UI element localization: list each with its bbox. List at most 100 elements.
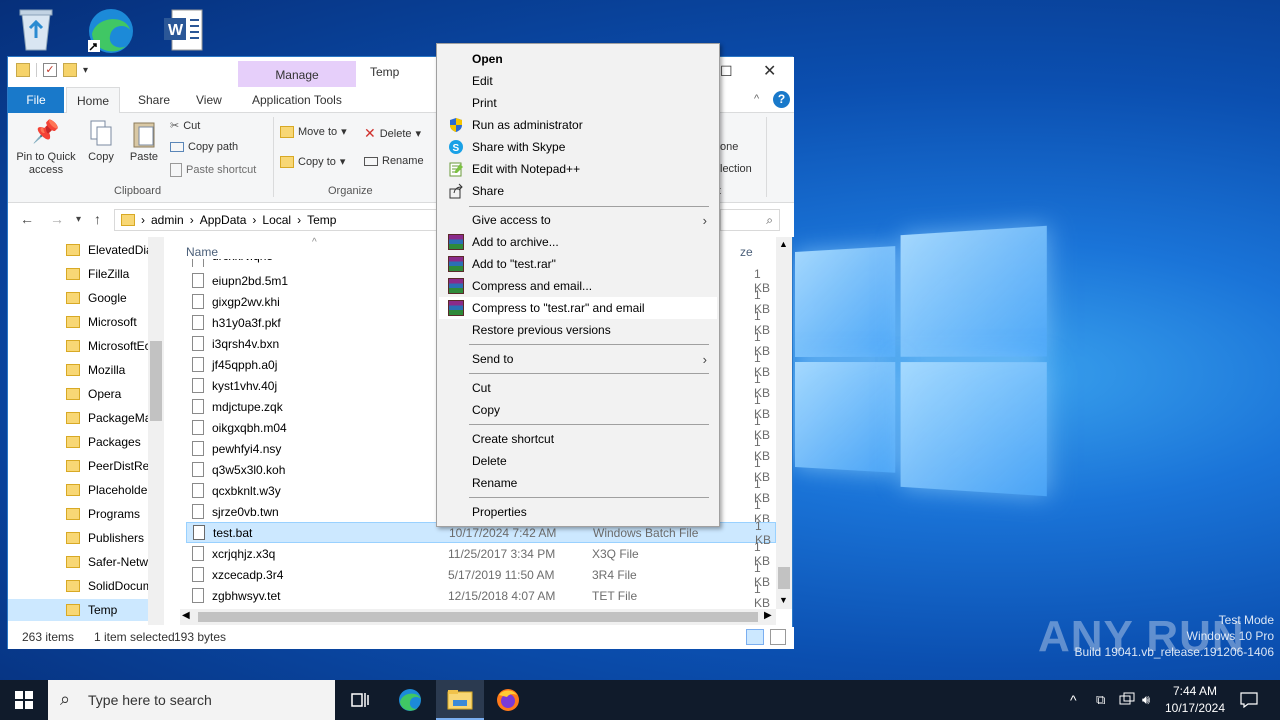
close-icon[interactable]: ✕	[763, 61, 776, 81]
invert-selection-partial[interactable]: lection	[720, 163, 752, 175]
details-view-icon[interactable]	[746, 629, 764, 645]
nav-item-publishers[interactable]: Publishers	[66, 527, 156, 549]
show-hidden-icons-button[interactable]: ^	[1070, 680, 1077, 720]
taskbar-search-input[interactable]: ⌕ Type here to search	[48, 680, 335, 720]
table-row[interactable]: xcrjqhjz.x3q 11/25/2017 3:34 PM X3Q File 1 …	[186, 540, 776, 568]
menu-item-give-access[interactable]: Give access to ›	[439, 209, 717, 231]
menu-item-run-as-admin[interactable]: Run as administrator	[439, 114, 717, 136]
tab-application-tools[interactable]: Application Tools	[242, 87, 352, 113]
tab-home[interactable]: Home	[66, 87, 121, 113]
select-none-partial[interactable]: one	[720, 141, 738, 153]
nav-item-temp[interactable]: Temp	[8, 599, 148, 621]
edge-desktop-icon[interactable]	[86, 6, 134, 54]
file-scroll-thumb[interactable]	[778, 567, 790, 589]
collapse-ribbon-icon[interactable]: ^	[754, 93, 759, 105]
paste-shortcut-button[interactable]: Paste shortcut	[170, 163, 256, 177]
nav-item-programs[interactable]: Programs	[66, 503, 156, 525]
nav-scroll-thumb[interactable]	[150, 341, 162, 421]
word-document-icon[interactable]: W	[162, 6, 210, 54]
menu-item-cut[interactable]: Cut	[439, 377, 717, 399]
properties-qat-icon[interactable]: ✓	[43, 63, 57, 77]
menu-item-add-to-archive[interactable]: Add to archive...	[439, 231, 717, 253]
scroll-right-icon[interactable]: ▶	[764, 610, 772, 621]
edge-taskbar-button[interactable]	[386, 680, 434, 720]
nav-item-soliddocuments[interactable]: SolidDocum	[66, 575, 156, 597]
nav-item-peerdistrepub[interactable]: PeerDistRep	[66, 455, 156, 477]
menu-item-delete[interactable]: Delete	[439, 450, 717, 472]
volume-icon[interactable]: 🔊︎	[1142, 680, 1150, 720]
menu-item-rename[interactable]: Rename	[439, 472, 717, 494]
recycle-bin-icon[interactable]	[14, 6, 62, 54]
scroll-left-icon[interactable]: ◀	[182, 610, 190, 621]
file-explorer-taskbar-button[interactable]	[436, 680, 484, 720]
menu-item-compress-test-email[interactable]: Compress to "test.rar" and email	[439, 297, 717, 319]
scroll-down-icon[interactable]: ▼	[779, 595, 788, 605]
menu-item-edit-notepadpp[interactable]: Edit with Notepad++	[439, 158, 717, 180]
menu-item-add-to-test-rar[interactable]: Add to "test.rar"	[439, 253, 717, 275]
pin-quick-access-button[interactable]: 📌 Pin to Quick access	[14, 119, 78, 177]
tab-view[interactable]: View	[186, 87, 232, 113]
new-folder-qat-icon[interactable]	[63, 63, 77, 77]
paste-button[interactable]: Paste	[128, 119, 160, 163]
nav-item-microsoftedge[interactable]: MicrosoftEc	[66, 335, 156, 357]
nav-scrollbar[interactable]	[148, 237, 164, 625]
nav-item-safer-networking[interactable]: Safer-Netwo	[66, 551, 156, 573]
network-icon[interactable]	[1118, 680, 1136, 720]
recent-chevron-icon[interactable]: ▾	[76, 214, 81, 225]
copy-path-button[interactable]: Copy path	[170, 141, 238, 153]
maximize-icon[interactable]: ☐	[720, 63, 733, 80]
menu-item-share-skype[interactable]: S Share with Skype	[439, 136, 717, 158]
tab-file[interactable]: File	[8, 87, 64, 113]
large-icons-view-icon[interactable]	[770, 629, 786, 645]
manage-tab[interactable]: Manage	[238, 61, 356, 89]
menu-item-restore-versions[interactable]: Restore previous versions	[439, 319, 717, 341]
scroll-up-icon[interactable]: ▲	[779, 239, 788, 249]
column-header-size[interactable]: ze	[740, 245, 753, 259]
menu-item-edit[interactable]: Edit	[439, 70, 717, 92]
network-tray-button[interactable]: ⧉	[1096, 680, 1105, 720]
forward-arrow-icon[interactable]: →	[50, 211, 64, 227]
horizontal-scroll-thumb[interactable]	[198, 612, 758, 622]
menu-item-open[interactable]: Open	[439, 48, 717, 70]
crumb-appdata[interactable]: AppData	[200, 213, 247, 227]
column-header-name[interactable]: Name	[186, 245, 218, 259]
menu-item-share[interactable]: Share	[439, 180, 717, 202]
notification-center-button[interactable]	[1240, 680, 1258, 720]
search-input[interactable]: ⌕	[720, 209, 780, 231]
menu-item-create-shortcut[interactable]: Create shortcut	[439, 428, 717, 450]
nav-item-mozilla[interactable]: Mozilla	[66, 359, 156, 381]
table-row[interactable]: xzcecadp.3r4 5/17/2019 11:50 AM 3R4 File 1 …	[186, 561, 776, 589]
nav-item-packages[interactable]: Packages	[66, 431, 156, 453]
firefox-taskbar-button[interactable]	[484, 680, 532, 720]
up-arrow-icon[interactable]: ↑	[94, 211, 101, 227]
nav-item-packagemanagement[interactable]: PackageMa	[66, 407, 156, 429]
tab-share[interactable]: Share	[128, 87, 180, 113]
cut-button[interactable]: ✂ Cut	[170, 119, 200, 133]
table-row[interactable]: zgbhwsyv.tet 12/15/2018 4:07 AM TET File 1 …	[186, 582, 776, 610]
task-view-button[interactable]	[336, 680, 384, 720]
back-arrow-icon[interactable]: ←	[20, 211, 34, 227]
crumb-local[interactable]: Local	[262, 213, 291, 227]
menu-item-send-to[interactable]: Send to ›	[439, 348, 717, 370]
menu-item-properties[interactable]: Properties	[439, 501, 717, 523]
nav-item-google[interactable]: Google	[66, 287, 156, 309]
copy-to-button[interactable]: Copy to ▾	[280, 155, 345, 168]
menu-item-compress-email[interactable]: Compress and email...	[439, 275, 717, 297]
crumb-temp[interactable]: Temp	[307, 213, 336, 227]
copy-button[interactable]: Copy	[86, 119, 116, 163]
menu-item-copy[interactable]: Copy	[439, 399, 717, 421]
start-button[interactable]	[0, 680, 48, 720]
chevron-down-icon[interactable]: ▾	[83, 65, 88, 76]
move-to-button[interactable]: Move to ▾	[280, 125, 347, 138]
nav-item-microsoft[interactable]: Microsoft	[66, 311, 156, 333]
menu-item-print[interactable]: Print	[439, 92, 717, 114]
delete-button[interactable]: ✕ Delete ▾	[364, 125, 421, 142]
help-icon[interactable]: ?	[773, 91, 790, 108]
file-list-scrollbar[interactable]: ▲ ▼	[776, 237, 792, 609]
taskbar-clock[interactable]: 7:44 AM 10/17/2024	[1160, 683, 1230, 717]
horizontal-scrollbar[interactable]: ◀ ▶	[180, 609, 776, 625]
nav-item-placeholder[interactable]: Placeholder	[66, 479, 156, 501]
nav-item-elevateddia[interactable]: ElevatedDia	[66, 239, 156, 261]
crumb-admin[interactable]: admin	[151, 213, 184, 227]
rename-button[interactable]: Rename	[364, 155, 424, 167]
